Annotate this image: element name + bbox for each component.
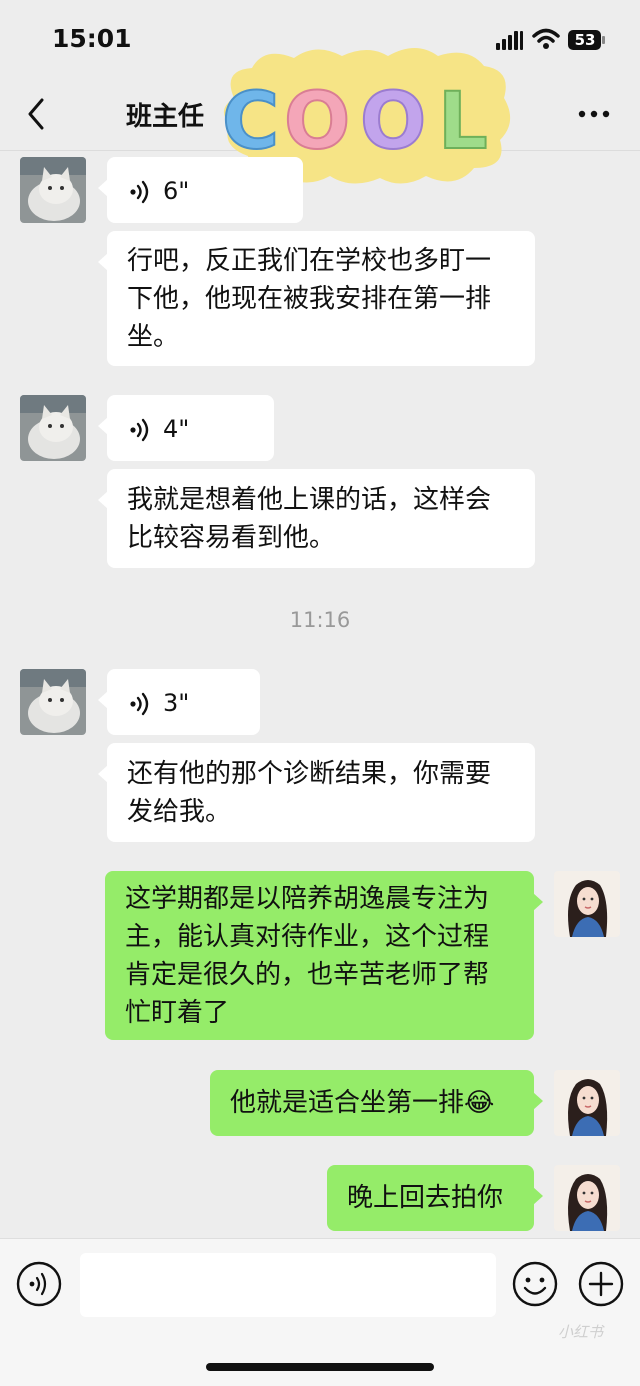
voice-message[interactable]: 3": [98, 669, 260, 735]
message-line: 他就是适合坐第一排😂: [230, 1088, 495, 1118]
timestamp: 11:16: [289, 608, 351, 632]
wifi-icon: [532, 28, 560, 49]
message-line: 主，能认真对待作业，这个过程: [125, 922, 490, 952]
svg-text:O: O: [284, 77, 350, 167]
avatar[interactable]: [20, 669, 86, 735]
text-message[interactable]: 这学期都是以陪养胡逸晨专注为 主，能认真对待作业，这个过程 肯定是很久的，也辛苦…: [105, 871, 543, 1040]
message-line: 发给我。: [127, 797, 232, 827]
text-message[interactable]: 他就是适合坐第一排😂: [210, 1070, 543, 1136]
message-line: 还有他的那个诊断结果，你需要: [127, 759, 492, 789]
voice-wave-icon: [130, 692, 149, 716]
message-line: 忙盯着了: [125, 998, 230, 1028]
message-input[interactable]: [80, 1253, 496, 1317]
chevron-left-icon[interactable]: [22, 94, 52, 134]
plus-icon[interactable]: [578, 1261, 624, 1307]
battery-level: 53: [574, 31, 596, 49]
voice-message[interactable]: 4": [98, 395, 274, 461]
message-line: 行吧，反正我们在学校也多盯一: [127, 246, 492, 276]
avatar[interactable]: [554, 1165, 620, 1231]
message-line: 肯定是很久的，也辛苦老师了帮: [125, 960, 490, 990]
avatar[interactable]: [20, 157, 86, 223]
text-message[interactable]: 晚上回去拍你: [327, 1165, 543, 1231]
voice-wave-icon: [130, 180, 149, 204]
more-icon[interactable]: [576, 102, 612, 126]
voice-mode-icon[interactable]: [16, 1261, 62, 1307]
input-bar: 小红书: [0, 1238, 640, 1386]
svg-text:O: O: [360, 77, 426, 167]
watermark: 小红书: [558, 1323, 604, 1341]
status-time: 15:01: [52, 24, 132, 53]
home-indicator: [206, 1363, 434, 1371]
message-line: 坐。: [127, 322, 180, 352]
voice-duration: 6": [163, 177, 190, 205]
text-message[interactable]: 行吧，反正我们在学校也多盯一 下他，他现在被我安排在第一排 坐。: [98, 231, 535, 366]
text-message[interactable]: 还有他的那个诊断结果，你需要 发给我。: [98, 743, 535, 842]
message-line: 晚上回去拍你: [347, 1183, 504, 1213]
svg-text:L: L: [438, 77, 488, 167]
message-line: 比较容易看到他。: [127, 523, 336, 553]
svg-text:C: C: [222, 77, 279, 167]
voice-wave-icon: [130, 418, 149, 442]
avatar[interactable]: [554, 1070, 620, 1136]
message-line: 下他，他现在被我安排在第一排: [127, 284, 492, 314]
emoji-icon[interactable]: [512, 1261, 558, 1307]
text-message[interactable]: 我就是想着他上课的话，这样会 比较容易看到他。: [98, 469, 535, 568]
avatar[interactable]: [554, 871, 620, 937]
voice-duration: 3": [163, 689, 190, 717]
voice-message[interactable]: 6": [98, 157, 303, 223]
chat-title: 班主任: [126, 102, 205, 132]
voice-duration: 4": [163, 415, 190, 443]
avatar[interactable]: [20, 395, 86, 461]
message-line: 这学期都是以陪养胡逸晨专注为: [125, 884, 490, 914]
message-line: 我就是想着他上课的话，这样会: [127, 485, 492, 515]
